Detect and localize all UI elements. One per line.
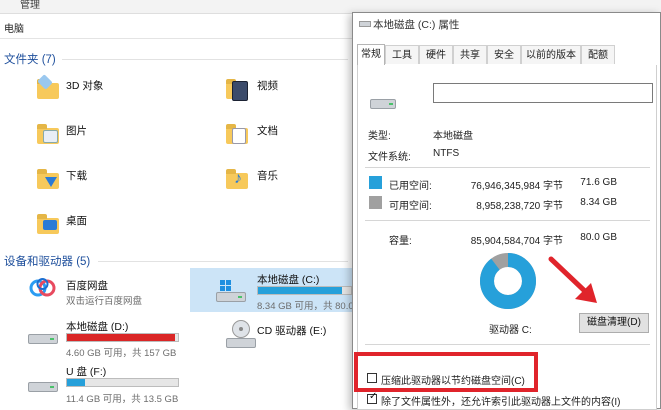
drive-f-name: U 盘 (F:) [66, 366, 107, 378]
free-space-bytes: 8,958,238,720 字节 [476, 201, 563, 212]
drive-d-name: 本地磁盘 (D:) [66, 321, 129, 333]
address-text: 电脑 [4, 24, 24, 35]
checkmark-icon: ✓ [369, 391, 378, 402]
usb-drive-icon [28, 376, 58, 392]
disk-cleanup-button[interactable]: 磁盘清理(D) [579, 313, 649, 333]
drive-properties-dialog: 本地磁盘 (C:) 属性 常规 工具 硬件 共享 安全 以前的版本 配额 类型:… [352, 12, 661, 410]
used-space-label: 已用空间: [389, 181, 432, 192]
folder-documents-icon [222, 118, 252, 150]
folder-item-documents[interactable]: 文档 [222, 118, 342, 152]
tab-previous-versions[interactable]: 以前的版本 [521, 45, 581, 64]
tab-hardware[interactable]: 硬件 [419, 45, 453, 64]
drive-d-usage-fill [67, 334, 175, 341]
drive-c-usage-fill [258, 287, 342, 294]
folder-label: 下载 [66, 170, 87, 182]
filesystem-label: 文件系统: [368, 152, 411, 163]
folder-item-pictures[interactable]: 图片 [33, 118, 213, 152]
cd-drive-icon [226, 320, 256, 348]
tab-quota[interactable]: 配额 [581, 45, 615, 64]
capacity-bytes: 85,904,584,704 字节 [470, 236, 563, 247]
drive-d-item[interactable]: 本地磁盘 (D:) 4.60 GB 可用，共 157 GB [28, 316, 188, 359]
folder-item-music[interactable]: ♪ 音乐 [222, 163, 342, 197]
device-baidu-netdisk[interactable]: 百度网盘 双击运行百度网盘 [28, 274, 188, 308]
folder-label: 3D 对象 [66, 80, 104, 92]
drive-f-usage-fill [67, 379, 85, 386]
hard-drive-icon [28, 328, 58, 344]
folder-3d-icon [33, 73, 63, 105]
divider [365, 167, 650, 168]
red-arrow-annotation [548, 256, 597, 303]
filesystem-value: NTFS [433, 148, 460, 159]
drive-c-item[interactable]: 本地磁盘 (C:) 8.34 GB 可用，共 80.0 [190, 268, 354, 312]
folder-item-desktop[interactable]: 桌面 [33, 208, 213, 242]
drive-c-name: 本地磁盘 (C:) [257, 274, 320, 286]
folder-item-3d[interactable]: 3D 对象 [33, 73, 213, 107]
capacity-size: 80.0 GB [580, 232, 617, 243]
folder-item-downloads[interactable]: 下载 [33, 163, 213, 197]
free-space-swatch [369, 196, 382, 209]
used-space-ring [480, 253, 536, 309]
used-space-swatch [369, 176, 382, 189]
used-space-bytes: 76,946,345,984 字节 [470, 181, 563, 192]
index-checkbox[interactable]: ✓ [367, 391, 378, 404]
cd-drive-name: CD 驱动器 (E:) [257, 325, 327, 337]
tab-strip: 常规 工具 硬件 共享 安全 以前的版本 配额 [357, 44, 657, 66]
folder-label: 图片 [66, 125, 87, 137]
folder-label: 文档 [257, 125, 278, 137]
tab-tools[interactable]: 工具 [385, 45, 419, 64]
disk-usage-donut [480, 253, 536, 309]
folder-label: 视频 [257, 80, 278, 92]
drive-title-icon [359, 18, 371, 27]
tab-security[interactable]: 安全 [487, 45, 521, 64]
type-value: 本地磁盘 [433, 131, 473, 142]
drive-name-input[interactable] [433, 83, 653, 103]
folder-pictures-icon [33, 118, 63, 150]
folder-desktop-icon [33, 208, 63, 240]
drive-icon [370, 93, 396, 109]
used-space-size: 71.6 GB [580, 177, 617, 188]
cd-drive-item[interactable]: CD 驱动器 (E:) [222, 318, 348, 352]
folders-section-header[interactable]: 文件夹 (7) [4, 51, 56, 67]
free-space-label: 可用空间: [389, 201, 432, 212]
device-name: 百度网盘 [66, 280, 108, 292]
drive-c-usage-bar [257, 286, 352, 295]
windows-drive-icon [216, 278, 246, 304]
drive-letter-label: 驱动器 C: [489, 325, 532, 336]
device-subtitle: 双击运行百度网盘 [66, 296, 143, 307]
drive-d-usage-bar [66, 333, 179, 342]
highlight-annotation-box [354, 352, 538, 392]
drive-f-free-text: 11.4 GB 可用，共 13.5 GB [66, 394, 179, 405]
tab-general[interactable]: 常规 [357, 44, 385, 65]
devices-section-header[interactable]: 设备和驱动器 (5) [4, 253, 90, 269]
divider [365, 344, 650, 345]
drive-d-free-text: 4.60 GB 可用，共 157 GB [66, 348, 177, 359]
tab-sharing[interactable]: 共享 [453, 45, 487, 64]
drive-c-free-text: 8.34 GB 可用，共 80.0 [257, 301, 354, 312]
capacity-label: 容量: [389, 236, 412, 247]
drive-f-item[interactable]: U 盘 (F:) 11.4 GB 可用，共 13.5 GB [28, 360, 188, 405]
folder-music-icon: ♪ [222, 163, 252, 195]
folder-downloads-icon [33, 163, 63, 195]
folder-label: 音乐 [257, 170, 278, 182]
type-label: 类型: [368, 131, 391, 142]
drive-f-usage-bar [66, 378, 179, 387]
folder-label: 桌面 [66, 215, 87, 227]
section-divider [62, 59, 348, 60]
dialog-title: 本地磁盘 (C:) 属性 [373, 19, 460, 31]
ribbon-tab-manage[interactable]: 管理 [20, 0, 40, 12]
index-label: 除了文件属性外，还允许索引此驱动器上文件的内容(I) [381, 397, 621, 408]
divider [365, 220, 650, 221]
folder-video-icon [222, 73, 252, 105]
section-divider [98, 261, 348, 262]
folder-item-video[interactable]: 视频 [222, 73, 342, 107]
baidu-netdisk-icon [29, 278, 56, 297]
free-space-size: 8.34 GB [580, 197, 617, 208]
